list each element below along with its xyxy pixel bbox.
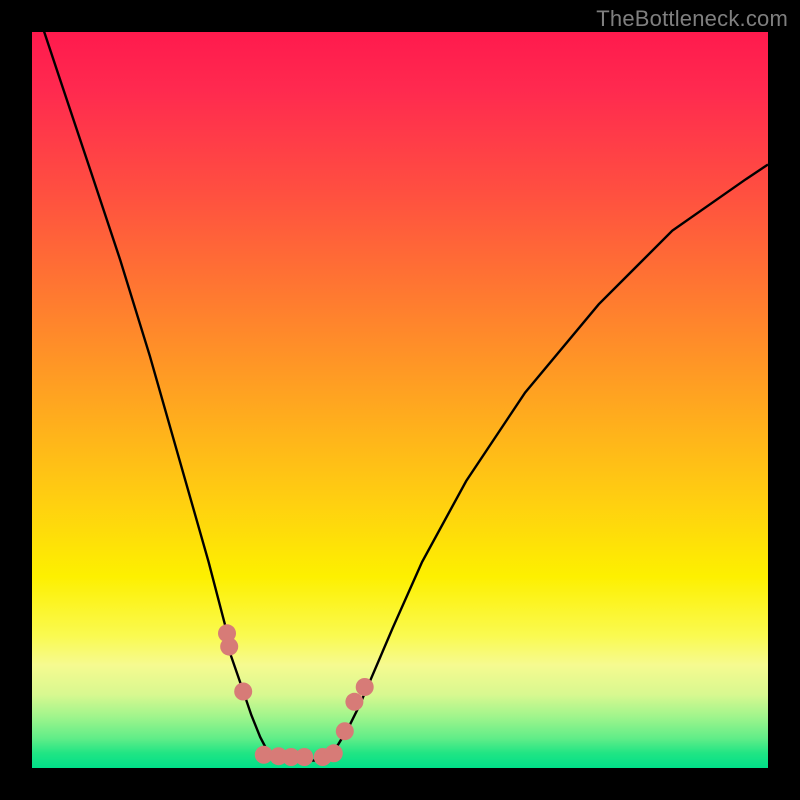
watermark-text: TheBottleneck.com [596, 6, 788, 32]
data-point-floor-mid [295, 748, 313, 766]
data-point-right-cluster-b [336, 722, 354, 740]
data-point-right-cluster-top-b [356, 678, 374, 696]
data-point-right-cluster-top-a [345, 693, 363, 711]
data-point-left-cluster-mid [234, 683, 252, 701]
bottleneck-curve [32, 0, 768, 761]
data-point-right-cluster-a [325, 744, 343, 762]
data-points [218, 624, 374, 766]
data-point-left-cluster-top-b [220, 638, 238, 656]
outer-frame: TheBottleneck.com [0, 0, 800, 800]
curve-layer [32, 32, 768, 768]
